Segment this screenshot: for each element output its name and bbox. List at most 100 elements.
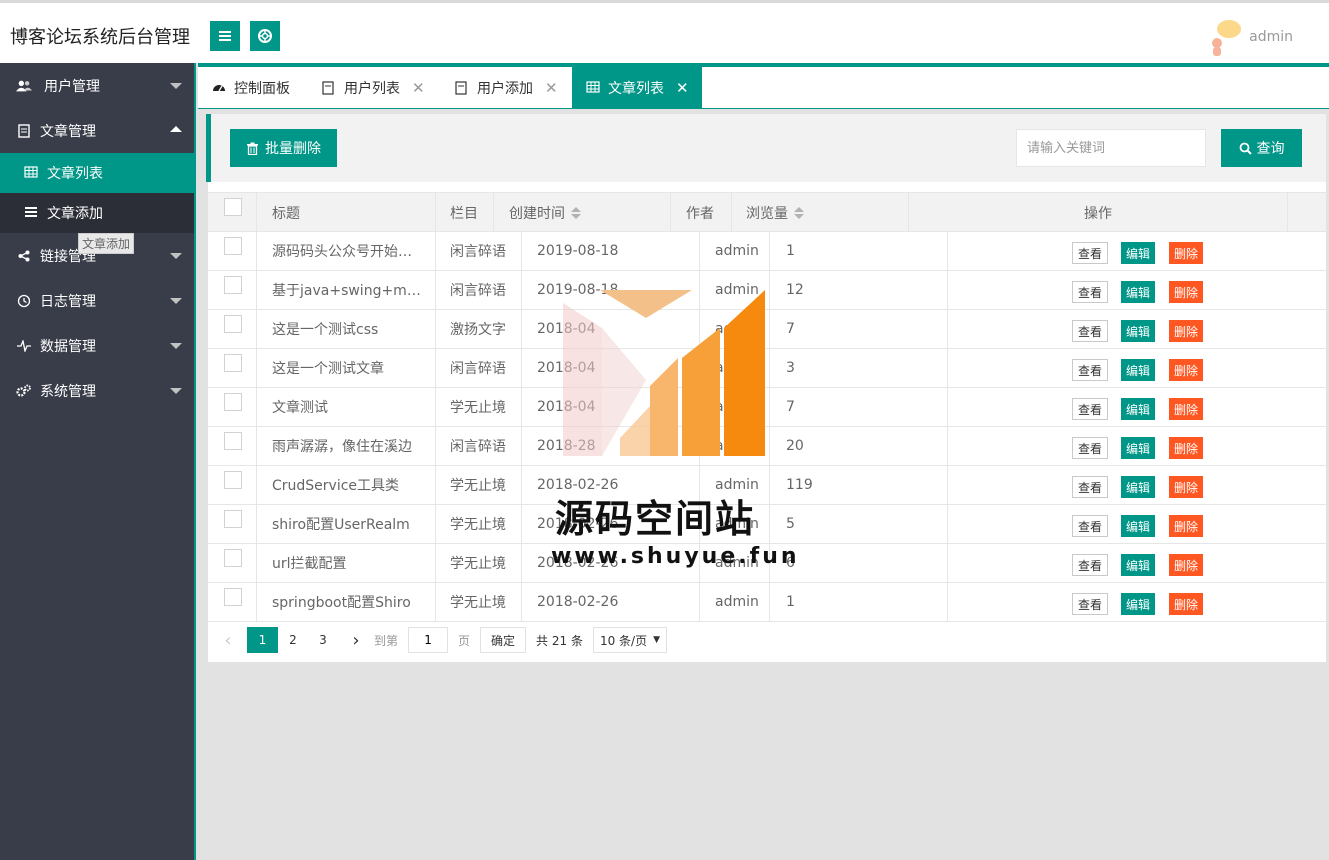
next-page-button[interactable]: › xyxy=(338,627,374,653)
row-title[interactable]: 这是一个测试css xyxy=(257,310,436,348)
delete-button[interactable]: 删除 xyxy=(1169,554,1203,576)
goto-confirm-button[interactable]: 确定 xyxy=(480,627,527,653)
delete-button[interactable]: 删除 xyxy=(1169,437,1203,459)
sidebar-item-data[interactable]: 数据管理 xyxy=(0,323,194,368)
header-checkbox-cell xyxy=(208,193,257,232)
select-all-checkbox[interactable] xyxy=(224,198,242,216)
user-menu[interactable]: admin xyxy=(1209,17,1293,57)
row-checkbox-cell xyxy=(208,232,257,270)
sidebar-item-logs[interactable]: 日志管理 xyxy=(0,278,194,323)
row-title[interactable]: CrudService工具类 xyxy=(257,466,436,504)
close-icon[interactable]: ✕ xyxy=(412,79,425,97)
sidebar-subitem-article-add[interactable]: 文章添加 xyxy=(0,193,194,233)
search-input[interactable] xyxy=(1016,129,1206,167)
chevron-down-icon xyxy=(170,253,182,259)
delete-button[interactable]: 删除 xyxy=(1169,515,1203,537)
sidebar-item-articles[interactable]: 文章管理 xyxy=(0,108,194,153)
row-title[interactable]: 雨声潺潺，像住在溪边 xyxy=(257,427,436,465)
view-button[interactable]: 查看 xyxy=(1072,437,1108,459)
prev-page-button[interactable]: ‹ xyxy=(218,627,238,653)
page-2[interactable]: 2 xyxy=(278,627,308,653)
row-author: admin xyxy=(700,232,770,270)
tab-user-add[interactable]: 用户添加 ✕ xyxy=(455,67,558,108)
view-button[interactable]: 查看 xyxy=(1072,320,1108,342)
edit-button[interactable]: 编辑 xyxy=(1121,437,1155,459)
row-category: 学无止境 xyxy=(436,466,522,504)
row-title[interactable]: 这是一个测试文章 xyxy=(257,349,436,387)
row-checkbox[interactable] xyxy=(224,549,242,567)
view-button[interactable]: 查看 xyxy=(1072,281,1108,303)
row-checkbox[interactable] xyxy=(224,276,242,294)
row-views: 5 xyxy=(770,505,948,543)
sidebar-item-users[interactable]: 用户管理 xyxy=(0,63,194,108)
row-views: 1 xyxy=(770,583,948,621)
view-button[interactable]: 查看 xyxy=(1072,398,1108,420)
row-checkbox[interactable] xyxy=(224,432,242,450)
row-category: 学无止境 xyxy=(436,388,522,426)
sidebar-subitem-article-list[interactable]: 文章列表 xyxy=(0,153,194,193)
batch-delete-button[interactable]: 批量删除 xyxy=(230,129,337,167)
column-views[interactable]: 浏览量 xyxy=(732,193,909,232)
row-checkbox[interactable] xyxy=(224,471,242,489)
row-checkbox[interactable] xyxy=(224,393,242,411)
page-3[interactable]: 3 xyxy=(308,627,338,653)
page-1[interactable]: 1 xyxy=(247,627,278,653)
row-checkbox-cell xyxy=(208,544,257,582)
view-button[interactable]: 查看 xyxy=(1072,593,1108,615)
close-icon[interactable]: ✕ xyxy=(676,79,689,97)
row-title[interactable]: 基于java+swing+mysql xyxy=(257,271,436,309)
edit-button[interactable]: 编辑 xyxy=(1121,359,1155,381)
search-button[interactable]: 查询 xyxy=(1221,129,1302,167)
tab-dashboard[interactable]: 控制面板 xyxy=(212,67,290,108)
view-button[interactable]: 查看 xyxy=(1072,554,1108,576)
row-views: 7 xyxy=(770,388,948,426)
sidebar-item-system[interactable]: 系统管理 xyxy=(0,368,194,413)
edit-button[interactable]: 编辑 xyxy=(1121,242,1155,264)
menu-toggle-button[interactable] xyxy=(210,21,240,51)
row-title[interactable]: shiro配置UserRealm xyxy=(257,505,436,543)
row-title[interactable]: 源码码头公众号开始运营了 xyxy=(257,232,436,270)
delete-button[interactable]: 删除 xyxy=(1169,320,1203,342)
column-created[interactable]: 创建时间 xyxy=(494,193,671,232)
delete-button[interactable]: 删除 xyxy=(1169,281,1203,303)
delete-button[interactable]: 删除 xyxy=(1169,398,1203,420)
row-checkbox[interactable] xyxy=(224,315,242,333)
page-size-select[interactable]: 10 条/页 ▼ xyxy=(592,627,668,653)
view-button[interactable]: 查看 xyxy=(1072,242,1108,264)
delete-button[interactable]: 删除 xyxy=(1169,359,1203,381)
tab-article-list[interactable]: 文章列表 ✕ xyxy=(572,67,702,108)
sort-icon[interactable] xyxy=(571,206,581,219)
edit-button[interactable]: 编辑 xyxy=(1121,398,1155,420)
column-label: 浏览量 xyxy=(746,205,788,222)
edit-button[interactable]: 编辑 xyxy=(1121,554,1155,576)
sidebar-item-label: 文章列表 xyxy=(47,166,103,182)
goto-page-input[interactable] xyxy=(408,627,449,653)
row-title[interactable]: springboot配置Shiro xyxy=(257,583,436,621)
edit-button[interactable]: 编辑 xyxy=(1121,281,1155,303)
close-icon[interactable]: ✕ xyxy=(545,79,558,97)
row-checkbox[interactable] xyxy=(224,510,242,528)
view-button[interactable]: 查看 xyxy=(1072,359,1108,381)
delete-button[interactable]: 删除 xyxy=(1169,242,1203,264)
edit-button[interactable]: 编辑 xyxy=(1121,320,1155,342)
row-views: 7 xyxy=(770,310,948,348)
sort-icon[interactable] xyxy=(794,206,804,219)
edit-button[interactable]: 编辑 xyxy=(1121,515,1155,537)
edit-button[interactable]: 编辑 xyxy=(1121,593,1155,615)
users-icon xyxy=(16,78,32,94)
search-label: 查询 xyxy=(1256,141,1285,157)
edit-button[interactable]: 编辑 xyxy=(1121,476,1155,498)
tab-user-list[interactable]: 用户列表 ✕ xyxy=(322,67,425,108)
pagination: ‹ 1 2 3 › 到第 页 确定 共 21 条 10 条/页 ▼ xyxy=(208,624,1326,656)
row-checkbox[interactable] xyxy=(224,237,242,255)
top-header: 博客论坛系统后台管理 admin xyxy=(0,0,1329,63)
help-button[interactable] xyxy=(250,21,280,51)
row-title[interactable]: 文章测试 xyxy=(257,388,436,426)
delete-button[interactable]: 删除 xyxy=(1169,593,1203,615)
view-button[interactable]: 查看 xyxy=(1072,476,1108,498)
row-checkbox[interactable] xyxy=(224,588,242,606)
view-button[interactable]: 查看 xyxy=(1072,515,1108,537)
row-checkbox[interactable] xyxy=(224,354,242,372)
delete-button[interactable]: 删除 xyxy=(1169,476,1203,498)
row-title[interactable]: url拦截配置 xyxy=(257,544,436,582)
